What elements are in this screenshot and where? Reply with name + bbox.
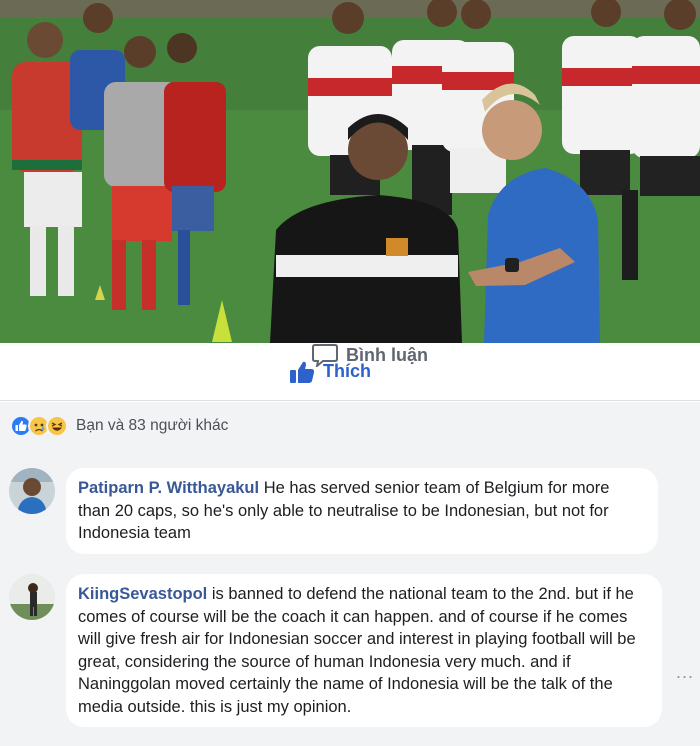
comment-text: is banned to defend the national team to…	[78, 585, 636, 716]
post-photo[interactable]	[0, 0, 700, 343]
reaction-icons	[10, 415, 68, 437]
comment-author[interactable]: Patiparn P. Witthayakul	[78, 479, 259, 497]
comment-label: Bình luận	[346, 344, 428, 365]
avatar[interactable]	[9, 574, 55, 620]
avatar[interactable]	[9, 468, 55, 514]
comment-bubble: Patiparn P. Witthayakul He has served se…	[66, 468, 658, 554]
comment-button[interactable]: Bình luận	[0, 343, 700, 367]
reactions-summary[interactable]: Bạn và 83 người khác	[0, 402, 700, 450]
more-options-icon[interactable]: ...	[676, 662, 694, 683]
football-training-photo	[0, 0, 700, 343]
haha-icon	[46, 415, 68, 437]
post-action-bar: Thích Bình luận	[0, 343, 700, 401]
reaction-count-text[interactable]: Bạn và 83 người khác	[76, 417, 228, 435]
user-avatar-photo	[9, 468, 55, 514]
speech-bubble-icon	[312, 344, 338, 367]
user-avatar-photo	[9, 574, 55, 620]
comment-author[interactable]: KiingSevastopol	[78, 585, 207, 603]
comments-section: Patiparn P. Witthayakul He has served se…	[0, 450, 700, 746]
comment-bubble: KiingSevastopol is banned to defend the …	[66, 574, 662, 727]
